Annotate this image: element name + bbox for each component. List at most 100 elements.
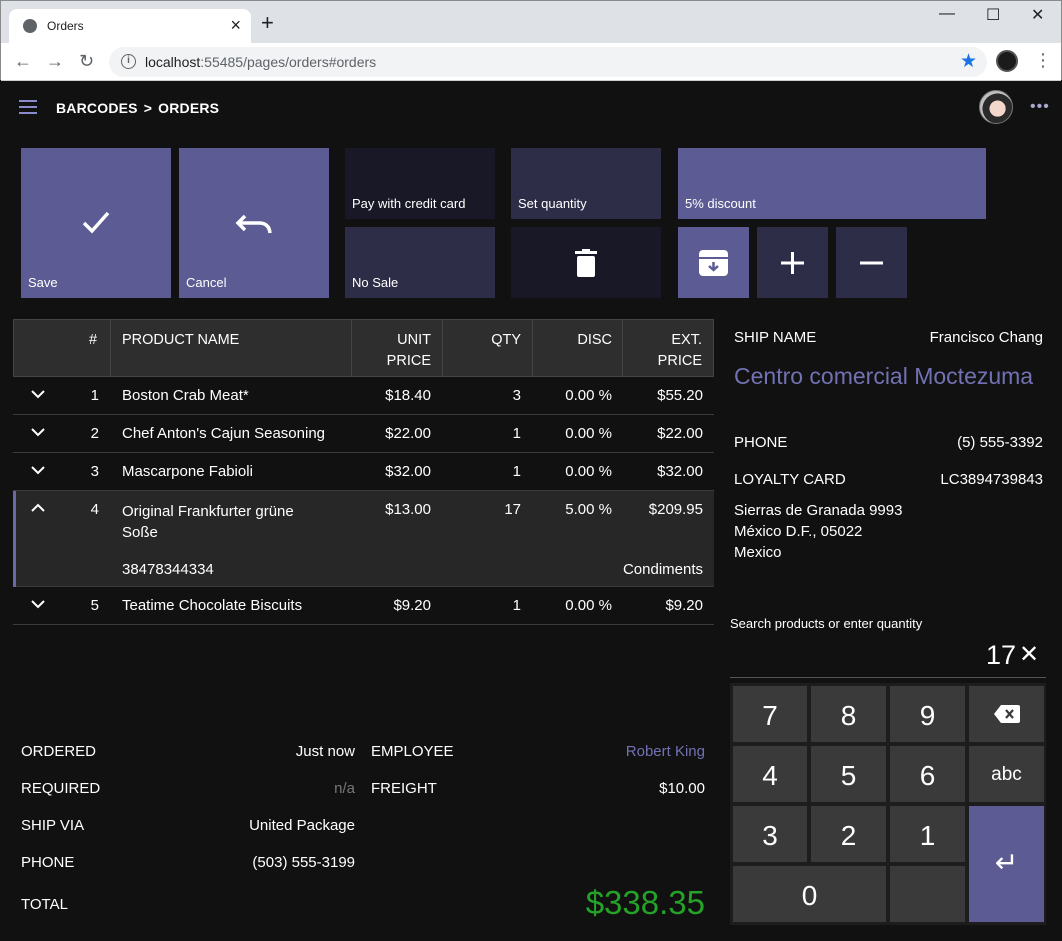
hamburger-menu-icon[interactable] xyxy=(19,100,37,114)
shipping-address: Sierras de Granada 9993 México D.F., 050… xyxy=(734,502,903,561)
minimize-button[interactable]: — xyxy=(939,5,955,23)
key-7[interactable]: 7 xyxy=(733,686,807,742)
product-name: Original Frankfurter grüne Soße xyxy=(122,503,294,541)
key-6[interactable]: 6 xyxy=(890,746,965,802)
ship-name-value: Francisco Chang xyxy=(929,329,1043,346)
header-number: # xyxy=(89,332,98,348)
globe-icon xyxy=(23,19,37,33)
new-tab-button[interactable]: + xyxy=(261,12,274,34)
set-quantity-button[interactable]: Set quantity xyxy=(511,148,661,219)
backspace-key[interactable] xyxy=(969,686,1044,742)
freight-value[interactable]: $10.00 xyxy=(540,780,705,797)
selection-indicator xyxy=(13,491,16,587)
url-text: localhost:55485/pages/orders#orders xyxy=(145,54,377,70)
key-5[interactable]: 5 xyxy=(811,746,886,802)
unit-price: $32.00 xyxy=(385,463,431,480)
table-row[interactable]: 5 Teatime Chocolate Biscuits $9.20 1 0.0… xyxy=(13,587,714,625)
table-row[interactable]: 3 Mascarpone Fabioli $32.00 1 0.00 % $32… xyxy=(13,453,714,491)
search-label: Search products or enter quantity xyxy=(730,616,923,631)
table-row-selected[interactable]: 4 Original Frankfurter grüne Soße $13.00 … xyxy=(13,491,714,587)
browser-menu-icon[interactable]: ⋮ xyxy=(1032,49,1054,73)
key-3[interactable]: 3 xyxy=(733,806,807,862)
product-name: Chef Anton's Cajun Seasoning xyxy=(122,425,326,442)
abc-key[interactable]: abc xyxy=(969,746,1044,802)
chevron-down-icon[interactable] xyxy=(30,386,46,402)
header-disc[interactable]: DISC xyxy=(532,330,612,351)
forward-arrow-icon[interactable]: → xyxy=(46,51,64,71)
plus-icon xyxy=(781,252,804,274)
product-name: Teatime Chocolate Biscuits xyxy=(122,597,303,614)
ship-via-value[interactable]: United Package xyxy=(200,817,355,834)
discount: 0.00 % xyxy=(565,387,612,404)
chevron-down-icon[interactable] xyxy=(30,424,46,440)
header-unit-price[interactable]: UNIT PRICE xyxy=(351,330,431,372)
more-options-icon[interactable]: ••• xyxy=(1030,98,1050,116)
no-sale-button[interactable]: No Sale xyxy=(345,227,495,298)
user-avatar[interactable] xyxy=(979,90,1013,124)
key-4[interactable]: 4 xyxy=(733,746,807,802)
header-product-name[interactable]: PRODUCT NAME xyxy=(122,330,239,351)
tab-strip: Orders × + — ☐ ✕ xyxy=(1,1,1061,43)
archive-button[interactable] xyxy=(678,227,749,298)
discount: 5.00 % xyxy=(565,501,612,518)
numeric-keypad: 7 8 9 4 5 6 abc 3 2 1 ↵ 0 xyxy=(730,683,1046,925)
blank-key[interactable] xyxy=(890,866,965,922)
discount: 0.00 % xyxy=(565,425,612,442)
address-bar[interactable]: i localhost:55485/pages/orders#orders ★ xyxy=(109,47,987,77)
key-0[interactable]: 0 xyxy=(733,866,886,922)
customer-phone-value: (5) 555-3392 xyxy=(957,434,1043,451)
customer-company-link[interactable]: Centro comercial Moctezuma xyxy=(734,364,1034,388)
window-close-button[interactable]: ✕ xyxy=(1031,5,1044,25)
chevron-down-icon[interactable] xyxy=(30,462,46,478)
header-qty[interactable]: QTY xyxy=(442,330,521,351)
ship-name-label: SHIP NAME xyxy=(734,329,817,346)
breadcrumb-orders: ORDERS xyxy=(158,100,220,116)
table-row[interactable]: 1 Boston Crab Meat* $18.40 3 0.00 % $55.… xyxy=(13,377,714,415)
quantity: 1 xyxy=(512,463,521,480)
back-arrow-icon[interactable]: ← xyxy=(14,51,32,71)
employee-link[interactable]: Robert King xyxy=(540,743,705,760)
discount-button[interactable]: 5% discount xyxy=(678,148,986,219)
archive-icon xyxy=(699,250,728,276)
cancel-button[interactable]: Cancel xyxy=(179,148,329,298)
search-input[interactable]: 17 xyxy=(880,640,1016,671)
save-button[interactable]: Save xyxy=(21,148,171,298)
required-value[interactable]: n/a xyxy=(200,780,355,797)
info-icon[interactable]: i xyxy=(121,54,136,69)
reload-icon[interactable]: ↻ xyxy=(79,51,94,71)
row-number: 2 xyxy=(90,425,99,442)
quantity: 3 xyxy=(512,387,521,404)
breadcrumb-barcodes[interactable]: BARCODES xyxy=(56,100,138,116)
no-sale-label: No Sale xyxy=(352,275,399,290)
pay-credit-card-label: Pay with credit card xyxy=(352,196,466,211)
search-underline xyxy=(730,677,1046,678)
phone-value: (503) 555-3199 xyxy=(252,854,355,871)
browser-tab[interactable]: Orders × xyxy=(9,9,251,43)
decrease-quantity-button[interactable] xyxy=(836,227,907,298)
extension-icon[interactable] xyxy=(996,50,1018,72)
customer-phone-label: PHONE xyxy=(734,434,788,451)
delete-button[interactable] xyxy=(511,227,661,298)
bookmark-star-icon[interactable]: ★ xyxy=(960,50,977,73)
backspace-icon xyxy=(994,705,1020,723)
key-9[interactable]: 9 xyxy=(890,686,965,742)
increase-quantity-button[interactable] xyxy=(757,227,828,298)
table-row[interactable]: 2 Chef Anton's Cajun Seasoning $22.00 1 … xyxy=(13,415,714,453)
quantity: 1 xyxy=(512,425,521,442)
trash-icon xyxy=(575,249,597,277)
product-category: Condiments xyxy=(622,561,703,578)
key-1[interactable]: 1 xyxy=(890,806,965,862)
chevron-up-icon[interactable] xyxy=(30,500,46,516)
maximize-button[interactable]: ☐ xyxy=(986,5,1000,25)
unit-price: $18.40 xyxy=(385,387,431,404)
enter-key[interactable]: ↵ xyxy=(969,806,1044,922)
header-ext-price[interactable]: EXT. PRICE xyxy=(622,330,702,372)
pay-credit-card-button[interactable]: Pay with credit card xyxy=(345,148,495,219)
clear-search-icon[interactable]: ✕ xyxy=(1019,642,1039,668)
product-barcode: 38478344334 xyxy=(122,561,214,578)
key-8[interactable]: 8 xyxy=(811,686,886,742)
chevron-down-icon[interactable] xyxy=(30,596,46,612)
extended-price: $32.00 xyxy=(657,463,703,480)
close-tab-icon[interactable]: × xyxy=(230,15,241,35)
key-2[interactable]: 2 xyxy=(811,806,886,862)
